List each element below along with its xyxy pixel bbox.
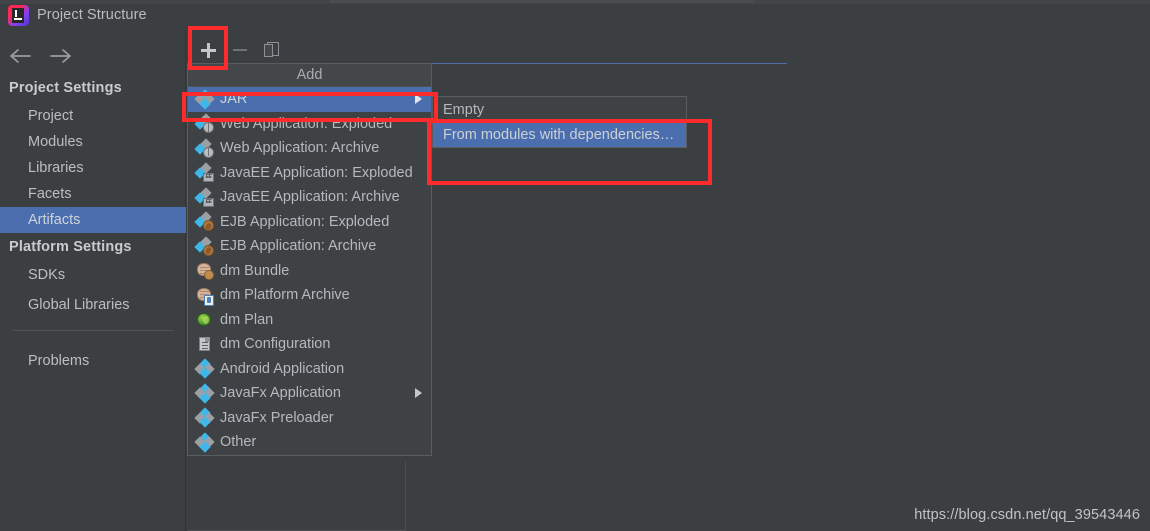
navigation-bar [0, 40, 186, 72]
sidebar-item-global-libraries[interactable]: Global Libraries [0, 292, 186, 318]
copy-icon [264, 42, 280, 58]
menu-item-label: EJB Application: Exploded [220, 213, 390, 230]
javaee-exploded-icon: EE [194, 162, 214, 183]
title-bar: Project Structure [0, 0, 186, 30]
menu-item-label: Web Application: Archive [220, 140, 380, 157]
sidebar-divider [12, 330, 174, 331]
menu-item-other[interactable]: Other [188, 430, 431, 455]
settings-sidebar: Project Settings Project Modules Librari… [0, 30, 186, 531]
menu-item-label: Other [220, 434, 257, 451]
dm-bundle-icon [196, 262, 214, 281]
artifacts-list-panel [188, 462, 406, 531]
submenu-item-label: From modules with dependencies… [443, 126, 675, 143]
web-application-archive-icon [194, 138, 214, 158]
menu-item-dm-plan[interactable]: dm Plan [188, 308, 431, 333]
other-icon [194, 432, 215, 453]
javaee-archive-icon: EE [194, 187, 214, 207]
sidebar-heading-platform-settings: Platform Settings [9, 239, 132, 255]
jar-icon [194, 89, 215, 110]
menu-item-dm-platform-archive[interactable]: dm Platform Archive [188, 283, 431, 308]
menu-item-jar[interactable]: JAR [188, 87, 431, 112]
sidebar-item-artifacts[interactable]: Artifacts [0, 207, 186, 233]
remove-artifact-button[interactable] [226, 36, 254, 64]
menu-item-label: JavaEE Application: Exploded [220, 164, 413, 181]
intellij-idea-logo-icon [8, 4, 29, 26]
watermark-text: https://blog.csdn.net/qq_39543446 [914, 507, 1140, 523]
menu-item-label: dm Configuration [220, 336, 331, 353]
dm-plan-icon [196, 311, 213, 328]
menu-item-javaee-application-exploded[interactable]: EE JavaEE Application: Exploded [188, 161, 431, 186]
menu-item-dm-bundle[interactable]: dm Bundle [188, 259, 431, 284]
menu-item-label: dm Platform Archive [220, 287, 350, 304]
menu-item-javafx-preloader[interactable]: JavaFx Preloader [188, 406, 431, 431]
window-top-highlight [330, 0, 755, 3]
menu-item-label: JavaEE Application: Archive [220, 189, 400, 206]
minus-icon [233, 48, 247, 52]
forward-arrow-icon[interactable] [48, 45, 74, 67]
javafx-preloader-icon [194, 407, 215, 428]
add-artifact-button[interactable] [194, 36, 222, 64]
project-structure-window: Project Structure Project Settings Proje… [0, 0, 1150, 531]
submenu-item-from-modules-with-dependencies[interactable]: From modules with dependencies… [433, 122, 686, 147]
add-artifact-menu: Add JAR Web Application: Exploded Web Ap… [187, 63, 432, 456]
menu-item-javafx-application[interactable]: JavaFx Application [188, 381, 431, 406]
dm-platform-archive-icon [196, 287, 214, 306]
menu-item-label: JavaFx Preloader [220, 409, 334, 426]
menu-header-add: Add [188, 64, 431, 87]
menu-item-label: dm Plan [220, 311, 274, 328]
ejb-archive-icon [194, 236, 214, 256]
chevron-right-icon [415, 94, 422, 105]
javafx-application-icon [194, 383, 215, 404]
back-arrow-icon[interactable] [8, 45, 34, 67]
sidebar-item-sdks[interactable]: SDKs [0, 262, 186, 288]
sidebar-item-project[interactable]: Project [0, 103, 186, 129]
menu-item-label: JavaFx Application [220, 385, 341, 402]
chevron-right-icon [415, 388, 422, 399]
menu-item-ejb-application-archive[interactable]: EJB Application: Archive [188, 234, 431, 259]
menu-item-label: Android Application [220, 360, 345, 377]
ejb-exploded-icon [194, 211, 214, 232]
plus-icon [200, 42, 216, 58]
window-title: Project Structure [37, 7, 147, 23]
sidebar-item-facets[interactable]: Facets [0, 181, 186, 207]
menu-item-javaee-application-archive[interactable]: EE JavaEE Application: Archive [188, 185, 431, 210]
sidebar-heading-project-settings: Project Settings [9, 80, 122, 96]
jar-submenu: Empty From modules with dependencies… [432, 96, 687, 148]
menu-item-ejb-application-exploded[interactable]: EJB Application: Exploded [188, 210, 431, 235]
menu-item-label: JAR [220, 91, 248, 108]
sidebar-item-modules[interactable]: Modules [0, 129, 186, 155]
menu-item-web-application-exploded[interactable]: Web Application: Exploded [188, 112, 431, 137]
submenu-item-empty[interactable]: Empty [433, 97, 686, 122]
web-application-exploded-icon [194, 113, 214, 134]
submenu-item-label: Empty [443, 101, 485, 118]
menu-item-label: dm Bundle [220, 262, 290, 279]
sidebar-item-problems[interactable]: Problems [0, 348, 186, 374]
copy-artifact-button[interactable] [258, 36, 286, 64]
menu-item-dm-configuration[interactable]: dm Configuration [188, 332, 431, 357]
menu-item-web-application-archive[interactable]: Web Application: Archive [188, 136, 431, 161]
android-application-icon [194, 358, 215, 379]
menu-item-label: Web Application: Exploded [220, 115, 393, 132]
dm-configuration-icon [196, 336, 213, 353]
menu-item-android-application[interactable]: Android Application [188, 357, 431, 382]
menu-item-label: EJB Application: Archive [220, 238, 377, 255]
sidebar-item-libraries[interactable]: Libraries [0, 155, 186, 181]
